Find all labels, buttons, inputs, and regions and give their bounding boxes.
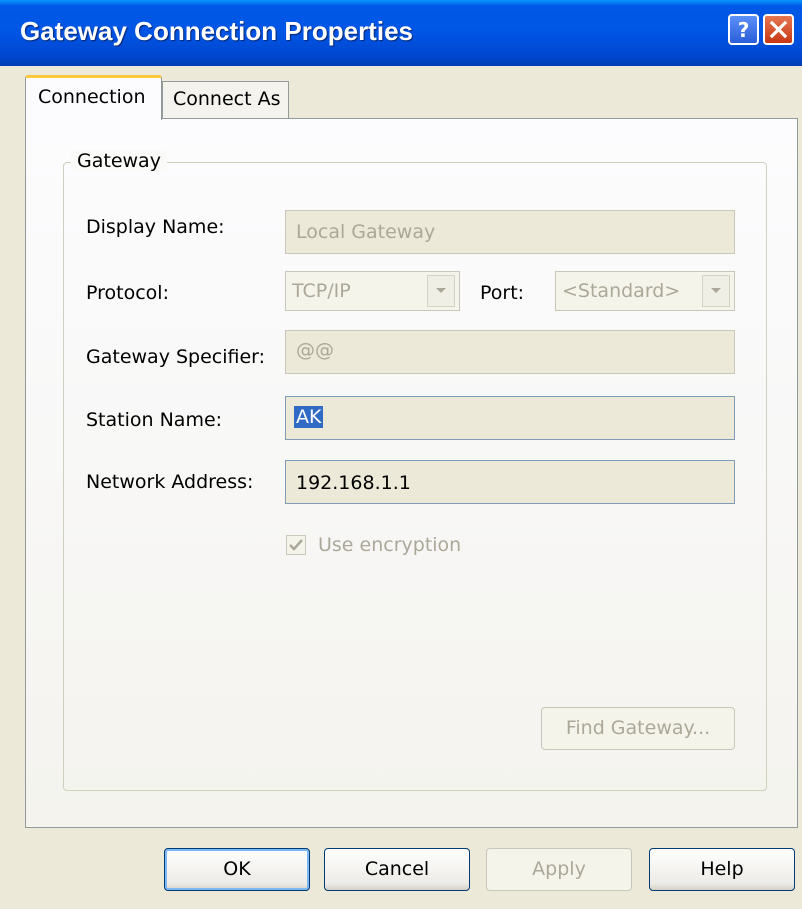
dialog-window: Gateway Connection Properties ? Connecti…: [0, 0, 802, 909]
help-button[interactable]: Help: [649, 848, 795, 891]
tab-connection[interactable]: Connection: [25, 75, 162, 120]
tab-connection-label: Connection: [38, 86, 146, 108]
find-gateway-button[interactable]: Find Gateway...: [541, 707, 735, 750]
network-address-input[interactable]: 192.168.1.1: [285, 460, 735, 504]
port-dropdown-arrow[interactable]: [702, 275, 730, 307]
help-title-button[interactable]: ?: [728, 14, 759, 45]
network-address-label: Network Address:: [86, 471, 254, 493]
station-name-value: AK: [294, 406, 324, 428]
display-name-value: Local Gateway: [296, 221, 436, 243]
gateway-specifier-value: @@: [296, 339, 334, 361]
display-name-label: Display Name:: [86, 216, 225, 238]
tab-connect-as-label: Connect As: [173, 88, 281, 110]
checkmark-icon: [289, 539, 303, 551]
protocol-label: Protocol:: [86, 282, 169, 304]
cancel-button[interactable]: Cancel: [324, 848, 470, 891]
gateway-specifier-label: Gateway Specifier:: [86, 346, 266, 368]
station-name-input[interactable]: AK: [285, 396, 735, 440]
use-encryption-checkbox[interactable]: [286, 535, 306, 555]
chevron-down-icon: [711, 288, 721, 293]
use-encryption-label: Use encryption: [318, 534, 462, 556]
window-title: Gateway Connection Properties: [20, 16, 413, 46]
display-name-field[interactable]: Local Gateway: [285, 210, 735, 254]
question-icon: ?: [738, 18, 750, 42]
protocol-dropdown-arrow[interactable]: [427, 275, 455, 307]
ok-button[interactable]: OK: [164, 848, 310, 891]
gateway-group-label: Gateway: [71, 150, 167, 172]
protocol-value: TCP/IP: [292, 280, 351, 302]
close-button[interactable]: [763, 14, 794, 45]
protocol-dropdown[interactable]: TCP/IP: [285, 271, 460, 311]
tab-connect-as[interactable]: Connect As: [162, 81, 289, 119]
chevron-down-icon: [436, 288, 446, 293]
svg-text:?: ?: [738, 18, 750, 42]
gateway-specifier-field[interactable]: @@: [285, 330, 735, 374]
apply-button[interactable]: Apply: [486, 848, 632, 891]
station-name-label: Station Name:: [86, 409, 223, 431]
close-icon: [769, 20, 788, 39]
port-dropdown[interactable]: <Standard>: [555, 271, 735, 311]
port-label: Port:: [480, 282, 525, 304]
network-address-value: 192.168.1.1: [296, 472, 411, 494]
port-value: <Standard>: [562, 280, 681, 302]
title-bar[interactable]: Gateway Connection Properties ?: [0, 0, 802, 66]
